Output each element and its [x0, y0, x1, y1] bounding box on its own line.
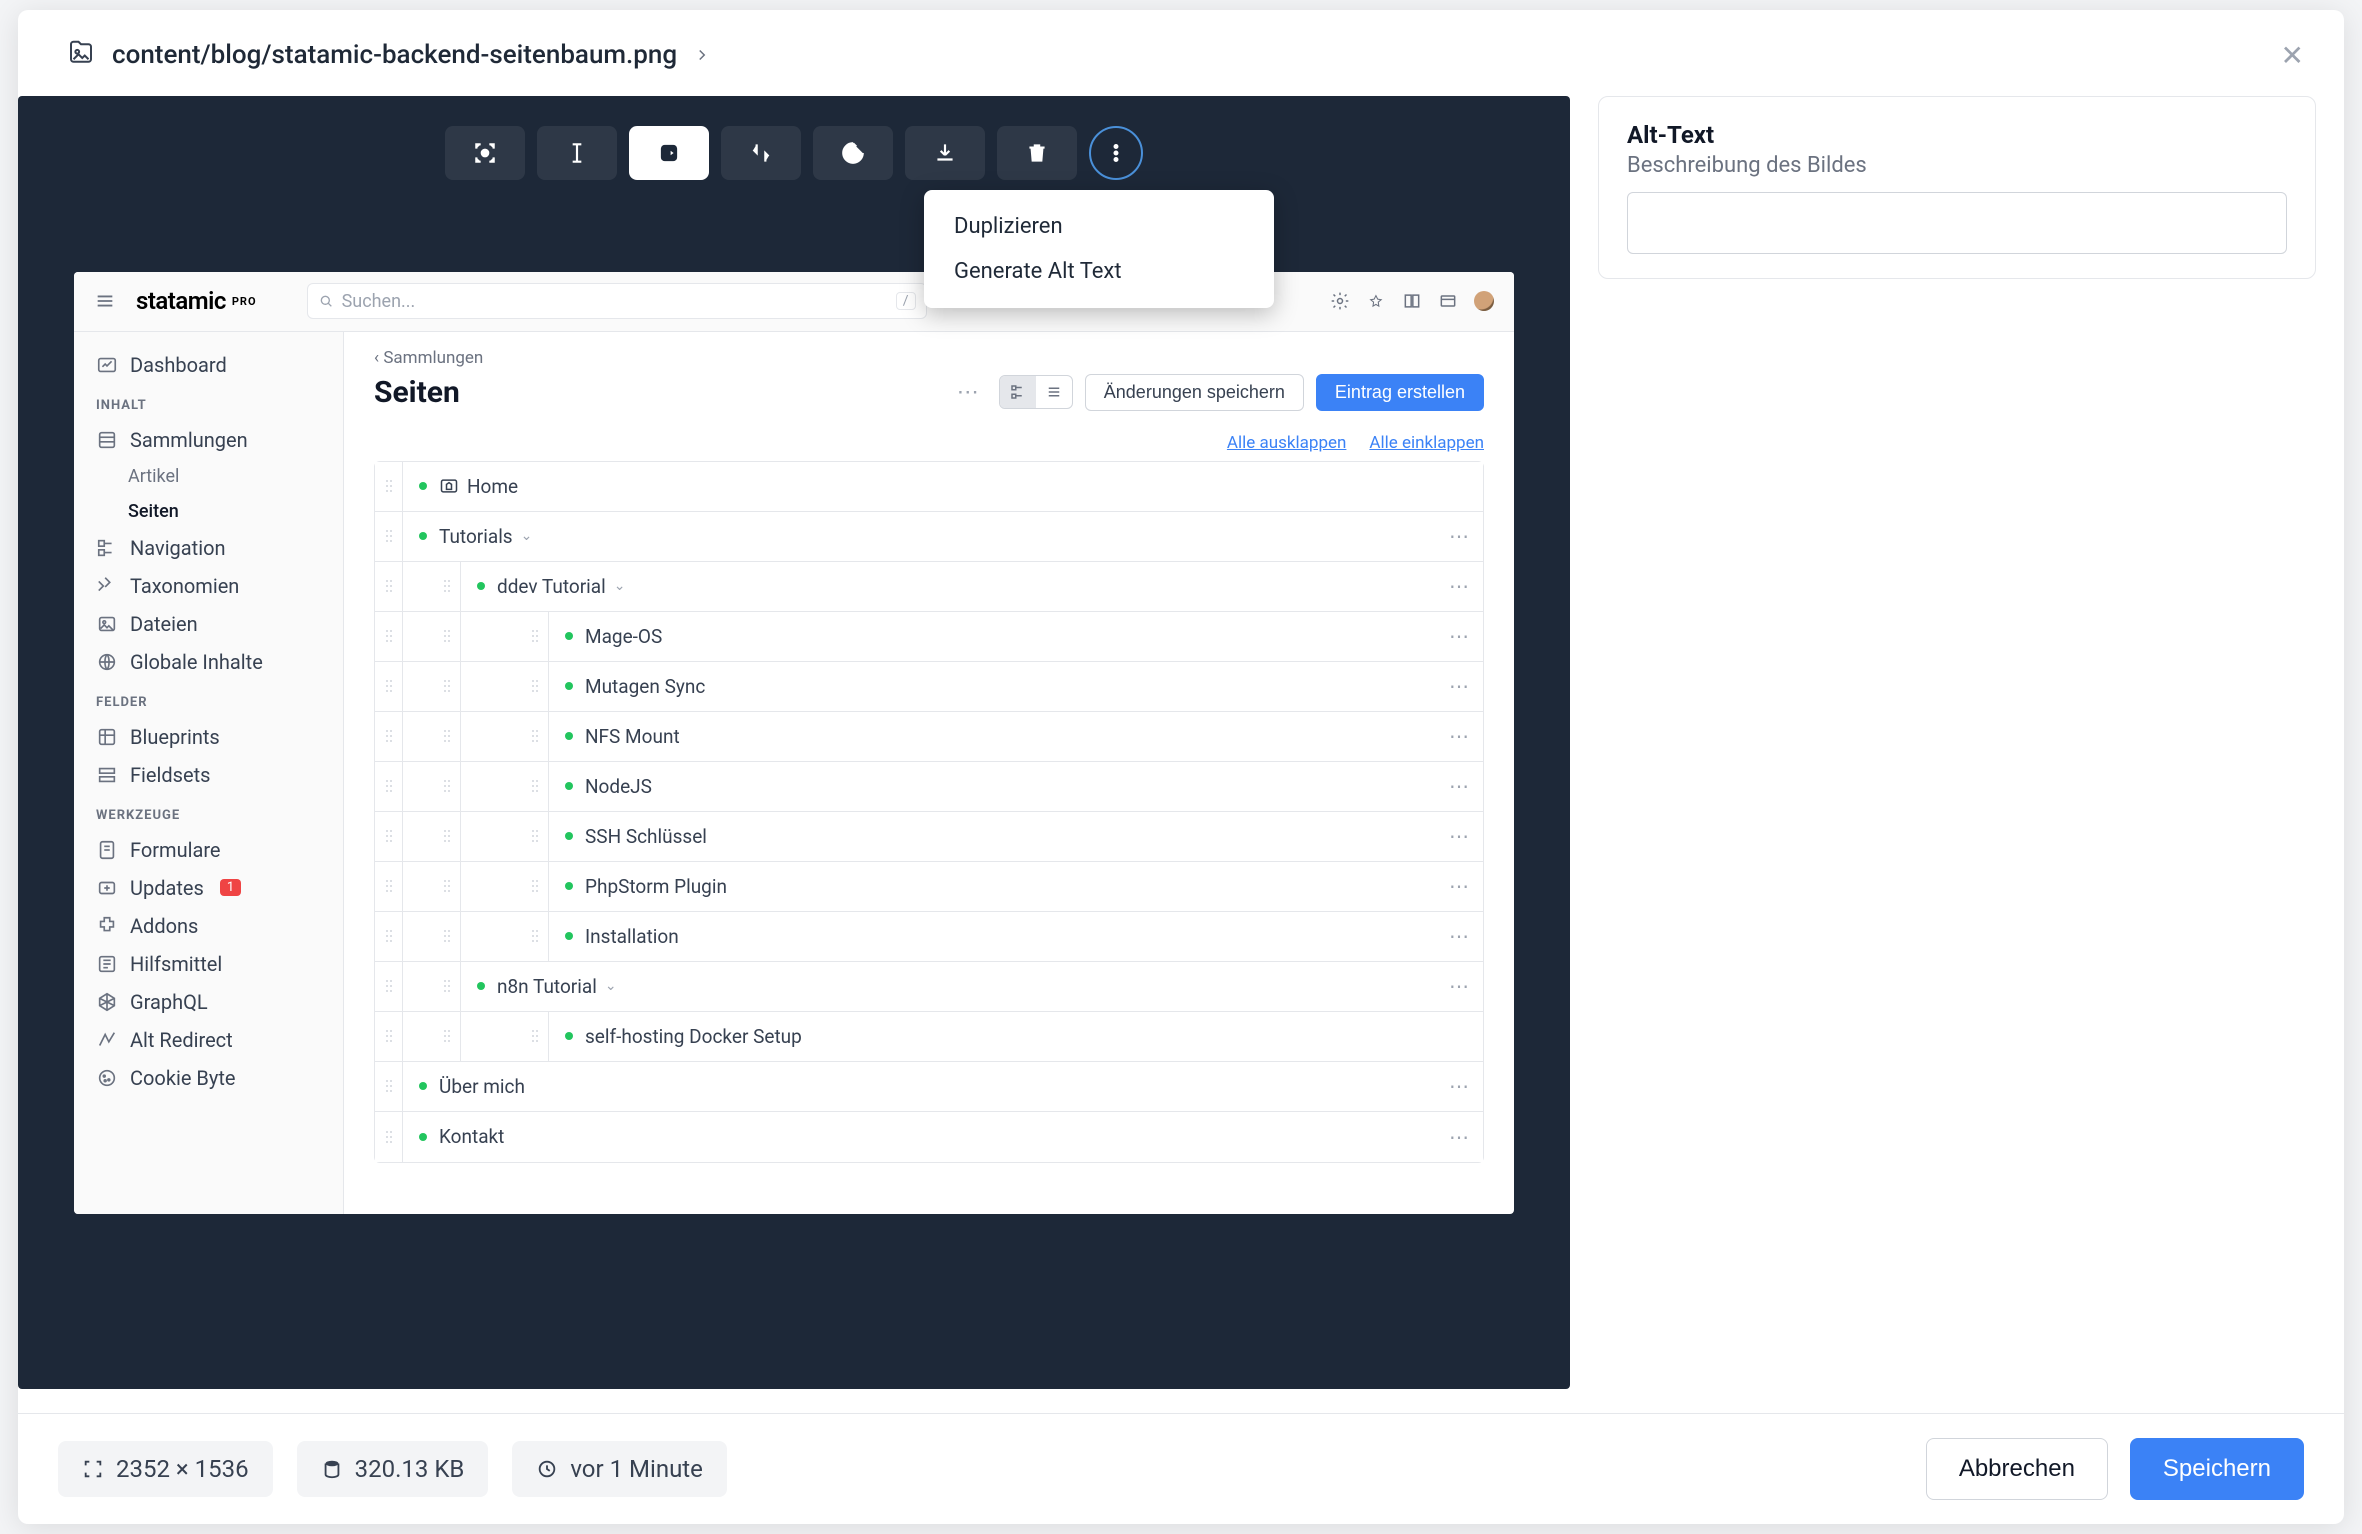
- stat-dimensions: 2352 × 1536: [58, 1441, 273, 1497]
- nav-fieldsets: Fieldsets: [74, 756, 343, 794]
- stat-time: vor 1 Minute: [512, 1441, 727, 1497]
- more-actions-button[interactable]: [1089, 126, 1143, 180]
- dimensions-icon: [82, 1458, 104, 1480]
- nav-globale: Globale Inhalte: [74, 643, 343, 681]
- ss-breadcrumb: ‹ Sammlungen: [374, 348, 1484, 368]
- download-button[interactable]: [905, 126, 985, 180]
- tree-row: n8n Tutorial⌄⋯: [375, 962, 1483, 1012]
- replace-button[interactable]: [721, 126, 801, 180]
- tree-row: ddev Tutorial⌄⋯: [375, 562, 1483, 612]
- modal-footer: 2352 × 1536 320.13 KB vor 1 Minute Abbre…: [18, 1413, 2344, 1524]
- nav-blueprints: Blueprints: [74, 718, 343, 756]
- tree-row: Mage-OS⋯: [375, 612, 1483, 662]
- asset-editor-modal: content/blog/statamic-backend-seitenbaum…: [18, 10, 2344, 1524]
- slash-shortcut: /: [896, 292, 916, 310]
- hamburger-icon: [94, 290, 116, 312]
- ss-sidebar: Dashboard INHALT Sammlungen Artikel Seit…: [74, 332, 344, 1214]
- nav-dashboard: Dashboard: [74, 346, 343, 384]
- tree-row: Tutorials⌄⋯: [375, 512, 1483, 562]
- nav-taxonomien: Taxonomien: [74, 567, 343, 605]
- tree-row: self-hosting Docker Setup: [375, 1012, 1483, 1062]
- alt-text-help: Beschreibung des Bildes: [1627, 153, 2287, 178]
- book-icon: [1402, 291, 1422, 311]
- alt-text-input[interactable]: [1627, 192, 2287, 254]
- ss-create-entry-button: Eintrag erstellen: [1316, 374, 1484, 411]
- modal-body: Duplizieren Generate Alt Text statamicPR…: [18, 96, 2344, 1413]
- tree-row: SSH Schlüssel⋯: [375, 812, 1483, 862]
- updates-badge: 1: [220, 879, 241, 896]
- clock-icon: [536, 1458, 558, 1480]
- nav-navigation: Navigation: [74, 529, 343, 567]
- ss-main: ‹ Sammlungen Seiten ⋯ Änderungen speiche…: [344, 332, 1514, 1214]
- side-panel: Alt-Text Beschreibung des Bildes: [1598, 96, 2316, 1389]
- tree-row: Installation⋯: [375, 912, 1483, 962]
- nav-updates: Updates1: [74, 869, 343, 907]
- nav-group-inhalt: INHALT: [74, 384, 343, 421]
- nav-artikel: Artikel: [74, 459, 343, 494]
- breadcrumb-path[interactable]: content/blog/statamic-backend-seitenbaum…: [112, 40, 677, 70]
- tree-row: PhpStorm Plugin⋯: [375, 862, 1483, 912]
- filesize-icon: [321, 1458, 343, 1480]
- stat-filesize: 320.13 KB: [297, 1441, 489, 1497]
- asset-preview-image: statamicPRO Suchen... /: [74, 272, 1514, 1214]
- tree-row: Home: [375, 462, 1483, 512]
- nav-group-felder: FELDER: [74, 681, 343, 718]
- ss-search-input: Suchen... /: [307, 283, 927, 319]
- nav-sammlungen: Sammlungen: [74, 421, 343, 459]
- more-actions-dropdown: Duplizieren Generate Alt Text: [924, 190, 1274, 308]
- nav-dateien: Dateien: [74, 605, 343, 643]
- nav-hilfsmittel: Hilfsmittel: [74, 945, 343, 983]
- ss-header-icons: [1330, 291, 1494, 311]
- alt-text-field: Alt-Text Beschreibung des Bildes: [1598, 96, 2316, 279]
- tree-row: NFS Mount⋯: [375, 712, 1483, 762]
- gear-icon: [1330, 291, 1350, 311]
- ss-topbar: statamicPRO Suchen... /: [74, 272, 1514, 332]
- ss-save-changes-button: Änderungen speichern: [1085, 374, 1304, 411]
- tree-row: Kontakt⋯: [375, 1112, 1483, 1162]
- chevron-right-icon: [693, 46, 711, 64]
- search-icon: [318, 293, 334, 309]
- ss-more-dots: ⋯: [949, 380, 987, 405]
- reupload-button[interactable]: [813, 126, 893, 180]
- ss-view-toggle: [999, 375, 1073, 409]
- delete-button[interactable]: [997, 126, 1077, 180]
- ss-logo: statamicPRO: [136, 287, 257, 315]
- ss-page-title: Seiten: [374, 375, 460, 410]
- move-button[interactable]: [629, 126, 709, 180]
- nav-formulare: Formulare: [74, 831, 343, 869]
- dropdown-item-duplicate[interactable]: Duplizieren: [924, 204, 1274, 249]
- ss-page-tree: HomeTutorials⌄⋯ddev Tutorial⌄⋯Mage-OS⋯Mu…: [374, 461, 1484, 1163]
- avatar: [1474, 291, 1494, 311]
- dropdown-item-generate-alt[interactable]: Generate Alt Text: [924, 249, 1274, 294]
- close-button[interactable]: ✕: [2281, 39, 2304, 72]
- ss-search-placeholder: Suchen...: [342, 291, 416, 312]
- tree-view-icon: [1000, 376, 1036, 408]
- nav-seiten: Seiten: [74, 494, 343, 529]
- nav-cookiebyte: Cookie Byte: [74, 1059, 343, 1097]
- pin-icon: [1366, 291, 1386, 311]
- list-view-icon: [1036, 376, 1072, 408]
- nav-altredirect: Alt Redirect: [74, 1021, 343, 1059]
- image-toolbar: [445, 126, 1143, 180]
- tree-row: Mutagen Sync⋯: [375, 662, 1483, 712]
- nav-group-werkzeuge: WERKZEUGE: [74, 794, 343, 831]
- nav-graphql: GraphQL: [74, 983, 343, 1021]
- ss-collapse-all-link: Alle einklappen: [1369, 433, 1484, 453]
- image-file-icon: [66, 38, 96, 72]
- modal-header: content/blog/statamic-backend-seitenbaum…: [18, 10, 2344, 96]
- focal-point-button[interactable]: [445, 126, 525, 180]
- alt-text-label: Alt-Text: [1627, 121, 2287, 149]
- tree-row: NodeJS⋯: [375, 762, 1483, 812]
- card-icon: [1438, 291, 1458, 311]
- preview-pane: Duplizieren Generate Alt Text statamicPR…: [18, 96, 1570, 1389]
- cancel-button[interactable]: Abbrechen: [1926, 1438, 2108, 1500]
- nav-addons: Addons: [74, 907, 343, 945]
- tree-row: Über mich⋯: [375, 1062, 1483, 1112]
- ss-expand-all-link: Alle ausklappen: [1227, 433, 1346, 453]
- rename-button[interactable]: [537, 126, 617, 180]
- save-button[interactable]: Speichern: [2130, 1438, 2304, 1500]
